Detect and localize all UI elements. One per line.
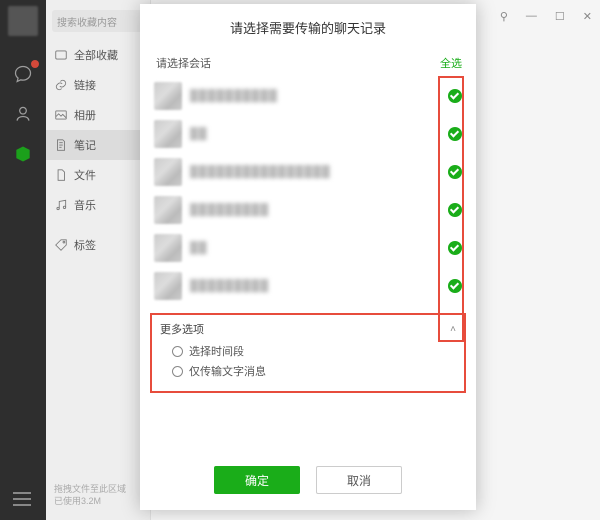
sidebar-item-album[interactable]: 相册 — [46, 100, 150, 130]
sidebar-item-notes[interactable]: 笔记 — [46, 130, 150, 160]
sidebar-item-tags[interactable]: 标签 — [46, 230, 150, 260]
chat-name: ████████████████ — [190, 166, 448, 178]
select-label: 请选择会话 — [156, 55, 211, 71]
inbox-icon — [54, 48, 68, 62]
music-icon — [54, 198, 68, 212]
dialog-title: 请选择需要传输的聊天记录 — [140, 4, 476, 49]
chat-avatar — [154, 120, 182, 148]
sidebar-item-label: 全部收藏 — [74, 47, 118, 63]
sidebar-item-links[interactable]: 链接 — [46, 70, 150, 100]
check-icon[interactable] — [448, 165, 462, 179]
sidebar-item-label: 音乐 — [74, 197, 96, 213]
chat-row[interactable]: ██████████ — [154, 77, 462, 115]
select-all-link[interactable]: 全选 — [440, 55, 462, 71]
sidebar-item-all[interactable]: 全部收藏 — [46, 40, 150, 70]
menu-icon[interactable] — [13, 492, 31, 506]
option-text-only[interactable]: 仅传输文字消息 — [172, 363, 456, 379]
sidebar-item-label: 笔记 — [74, 137, 96, 153]
note-icon — [54, 138, 68, 152]
check-icon[interactable] — [448, 241, 462, 255]
maximize-icon[interactable]: ☐ — [555, 10, 565, 23]
storage-info: 拖拽文件至此区域 已使用3.2M — [54, 483, 126, 508]
sidebar-item-label: 链接 — [74, 77, 96, 93]
sidebar-item-files[interactable]: 文件 — [46, 160, 150, 190]
option-label: 选择时间段 — [189, 343, 244, 359]
minimize-icon[interactable]: — — [526, 10, 537, 23]
search-input[interactable]: 搜索收藏内容 — [52, 10, 144, 32]
option-time-range[interactable]: 选择时间段 — [172, 343, 456, 359]
window-controls: ⚲ — ☐ ✕ — [492, 10, 592, 23]
chat-avatar — [154, 82, 182, 110]
chat-name: ██████████ — [190, 90, 448, 102]
option-label: 仅传输文字消息 — [189, 363, 266, 379]
chat-avatar — [154, 272, 182, 300]
tag-icon — [54, 238, 68, 252]
more-options-label[interactable]: 更多选项 — [160, 321, 204, 337]
chat-avatar — [154, 196, 182, 224]
check-icon[interactable] — [448, 89, 462, 103]
chat-icon[interactable] — [13, 64, 33, 84]
chat-name: █████████ — [190, 204, 448, 216]
chat-row[interactable]: █████████ — [154, 267, 462, 305]
chat-name: █████████ — [190, 280, 448, 292]
chat-avatar — [154, 158, 182, 186]
chat-avatar — [154, 234, 182, 262]
image-icon — [54, 108, 68, 122]
check-icon[interactable] — [448, 127, 462, 141]
link-icon — [54, 78, 68, 92]
chat-row[interactable]: ██ — [154, 115, 462, 153]
close-icon[interactable]: ✕ — [583, 10, 592, 23]
chat-list: ██████████ ██ ████████████████ █████████ — [140, 75, 476, 307]
self-avatar[interactable] — [8, 6, 38, 36]
chat-row[interactable]: ████████████████ — [154, 153, 462, 191]
radio-icon[interactable] — [172, 346, 183, 357]
cancel-button[interactable]: 取消 — [316, 466, 402, 494]
sidebar-item-music[interactable]: 音乐 — [46, 190, 150, 220]
check-icon[interactable] — [448, 279, 462, 293]
chat-row[interactable]: ██ — [154, 229, 462, 267]
check-icon[interactable] — [448, 203, 462, 217]
radio-icon[interactable] — [172, 366, 183, 377]
chat-row[interactable]: █████████ — [154, 191, 462, 229]
favorites-sidebar: 搜索收藏内容 全部收藏 链接 相册 笔记 文件 音乐 标签 — [46, 0, 151, 520]
favorites-icon[interactable] — [13, 144, 33, 164]
transfer-dialog: 请选择需要传输的聊天记录 请选择会话 全选 ██████████ ██ ████… — [140, 4, 476, 510]
pin-icon[interactable]: ⚲ — [500, 10, 508, 23]
sidebar-item-label: 文件 — [74, 167, 96, 183]
sidebar-item-label: 标签 — [74, 237, 96, 253]
chat-name: ██ — [190, 242, 448, 254]
more-options-panel: 更多选项 ˄ 选择时间段 仅传输文字消息 — [150, 313, 466, 393]
contacts-icon[interactable] — [13, 104, 33, 124]
file-icon — [54, 168, 68, 182]
chat-name: ██ — [190, 128, 448, 140]
nav-rail — [0, 0, 46, 520]
ok-button[interactable]: 确定 — [214, 466, 300, 494]
sidebar-item-label: 相册 — [74, 107, 96, 123]
